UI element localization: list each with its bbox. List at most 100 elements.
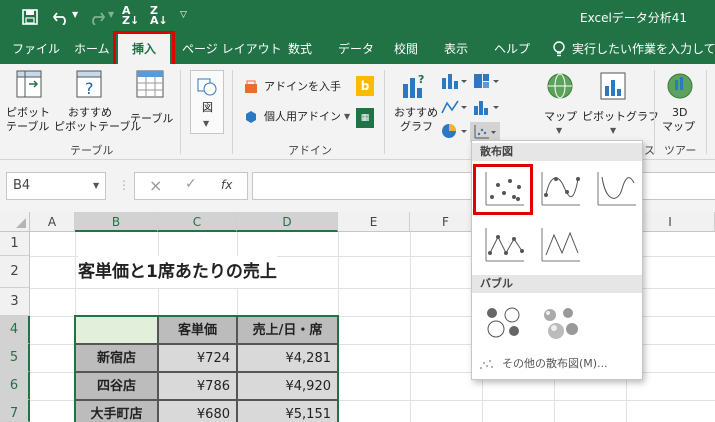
svg-text:?: ? xyxy=(85,79,94,98)
tab-home[interactable]: ホーム xyxy=(74,34,110,64)
name-box-dropdown-icon[interactable]: ▼ xyxy=(93,173,99,199)
tab-data[interactable]: データ xyxy=(338,34,374,64)
lightbulb-icon xyxy=(553,41,565,57)
enter-icon[interactable]: ✓ xyxy=(185,176,197,192)
my-addins-button[interactable]: 個人用アドイン ▼ xyxy=(244,108,356,128)
store-name-cell[interactable]: 四谷店 xyxy=(75,372,158,400)
more-scatter-label: その他の散布図(M)... xyxy=(502,357,608,370)
3d-bubble-icon xyxy=(544,308,578,339)
row-header[interactable]: 4 xyxy=(0,316,30,344)
name-box[interactable]: B4 ▼ xyxy=(6,172,106,200)
pie-chart-icon[interactable] xyxy=(440,122,468,140)
scatter-straight-icon xyxy=(541,228,580,262)
table-header-cell[interactable]: 売上/日・席 xyxy=(237,316,338,344)
maps-dropdown-icon: ▼ xyxy=(556,126,563,135)
tab-help[interactable]: ヘルプ xyxy=(494,34,530,64)
group-separator xyxy=(180,70,181,154)
redo-icon[interactable] xyxy=(88,9,106,25)
tab-formulas[interactable]: 数式 xyxy=(288,34,312,64)
sheet-title[interactable]: 客単価と1席あたりの売上 xyxy=(78,256,277,288)
sales-cell[interactable]: ¥4,920 xyxy=(237,372,338,400)
tab-file[interactable]: ファイル xyxy=(12,34,60,64)
scatter-straight-markers-icon xyxy=(485,228,524,262)
row-header[interactable]: 7 xyxy=(0,400,30,422)
save-icon[interactable] xyxy=(22,9,38,25)
scatter-smooth-lines-markers-option[interactable] xyxy=(534,167,584,211)
customize-qat-icon[interactable]: ▽ xyxy=(180,10,187,20)
table-label: テーブル xyxy=(130,112,174,125)
row-header[interactable]: 2 xyxy=(0,256,30,288)
pivot-chart-button[interactable]: ピボットグラフ ▼ xyxy=(582,70,659,140)
shapes-icon xyxy=(197,78,217,96)
formula-bar-grip-icon: ⋮ xyxy=(118,178,130,192)
tab-insert[interactable]: 挿入 xyxy=(118,34,170,64)
recommended-charts-button[interactable]: ? おすすめ グラフ xyxy=(392,70,438,140)
get-addins-button[interactable]: アドインを入手 xyxy=(244,78,364,98)
scatter-option[interactable] xyxy=(478,167,528,211)
hierarchy-chart-icon[interactable] xyxy=(472,72,500,90)
price-cell[interactable]: ¥680 xyxy=(158,400,237,422)
undo-icon[interactable] xyxy=(52,9,70,25)
row-header[interactable]: 3 xyxy=(0,288,30,316)
gridline xyxy=(410,232,411,422)
3d-map-button[interactable]: 3D マップ xyxy=(660,70,700,140)
price-cell[interactable]: ¥724 xyxy=(158,344,237,372)
maps-button[interactable]: マップ ▼ xyxy=(540,70,580,140)
document-title: Excelデータ分析41 xyxy=(580,11,688,25)
recommended-pivot-icon: ? xyxy=(76,70,102,98)
column-header[interactable]: C xyxy=(158,212,237,232)
column-chart-icon[interactable] xyxy=(440,72,468,90)
group-label-table: テーブル xyxy=(70,144,114,157)
tab-review[interactable]: 校閲 xyxy=(394,34,418,64)
column-header[interactable]: E xyxy=(338,212,410,232)
table-header-cell[interactable]: 客単価 xyxy=(158,316,237,344)
table-button[interactable]: テーブル xyxy=(128,70,174,140)
tab-page-layout[interactable]: ページ レイアウト xyxy=(182,34,282,64)
group-label-tours: ツアー xyxy=(664,144,697,157)
more-scatter-charts-item[interactable]: その他の散布図(M)... xyxy=(476,353,638,375)
column-header[interactable]: D xyxy=(237,212,338,232)
row-header[interactable]: 5 xyxy=(0,344,30,372)
row-header[interactable]: 6 xyxy=(0,372,30,400)
ribbon-tab-bar: ファイル ホーム 挿入 ページ レイアウト 数式 データ 校閲 表示 ヘルプ 実… xyxy=(0,34,715,64)
price-cell[interactable]: ¥786 xyxy=(158,372,237,400)
sales-cell[interactable]: ¥5,151 xyxy=(237,400,338,422)
line-chart-icon[interactable] xyxy=(440,98,468,116)
statistic-chart-icon[interactable] xyxy=(472,98,500,116)
sales-cell[interactable]: ¥4,281 xyxy=(237,344,338,372)
tab-view[interactable]: 表示 xyxy=(444,34,468,64)
illustrations-button[interactable]: 図 ▼ xyxy=(190,70,224,134)
select-all-corner[interactable] xyxy=(0,212,30,232)
scatter-smooth-markers-icon xyxy=(541,172,580,206)
scatter-straight-lines-option[interactable] xyxy=(534,223,584,267)
insert-function-icon[interactable]: fx xyxy=(221,178,232,192)
3d-bubble-option[interactable] xyxy=(534,299,584,343)
redo-dropdown-icon[interactable]: ▼ xyxy=(108,10,114,19)
illustrations-label: 図 xyxy=(202,101,213,114)
cancel-icon[interactable]: × xyxy=(149,176,162,195)
tell-me-search[interactable]: 実行したい作業を入力してくだ xyxy=(572,34,715,64)
table-header-cell[interactable] xyxy=(75,316,158,344)
recommended-pivot-button[interactable]: ? おすすめ ピボットテーブル xyxy=(54,70,141,140)
sort-asc-icon[interactable]: A Z↓ xyxy=(122,5,139,26)
pivot-table-label-2: テーブル xyxy=(6,120,50,133)
sort-desc-icon[interactable]: Z A↓ xyxy=(150,5,168,26)
select-all-icon xyxy=(16,218,26,228)
people-graph-icon[interactable]: ▦ xyxy=(356,108,374,128)
globe-icon xyxy=(547,73,573,99)
column-header[interactable]: B xyxy=(75,212,158,232)
store-name-cell[interactable]: 新宿店 xyxy=(75,344,158,372)
scatter-chart-button[interactable] xyxy=(470,122,500,142)
undo-dropdown-icon[interactable]: ▼ xyxy=(72,10,78,19)
row-header[interactable]: 1 xyxy=(0,232,30,256)
pivot-table-button[interactable]: ピボット テーブル xyxy=(6,70,50,140)
title-bar: ▼ ▼ A Z↓ Z A↓ ▽ Excelデータ分析41 xyxy=(0,0,715,34)
pivot-chart-label: ピボットグラフ xyxy=(582,110,659,123)
column-header[interactable]: A xyxy=(30,212,75,232)
scatter-straight-lines-markers-option[interactable] xyxy=(478,223,528,267)
bubble-option[interactable] xyxy=(478,299,528,343)
store-name-cell[interactable]: 大手町店 xyxy=(75,400,158,422)
scatter-smooth-lines-option[interactable] xyxy=(590,167,640,211)
bubble-icon xyxy=(487,307,520,338)
bing-icon[interactable]: b xyxy=(356,76,374,96)
